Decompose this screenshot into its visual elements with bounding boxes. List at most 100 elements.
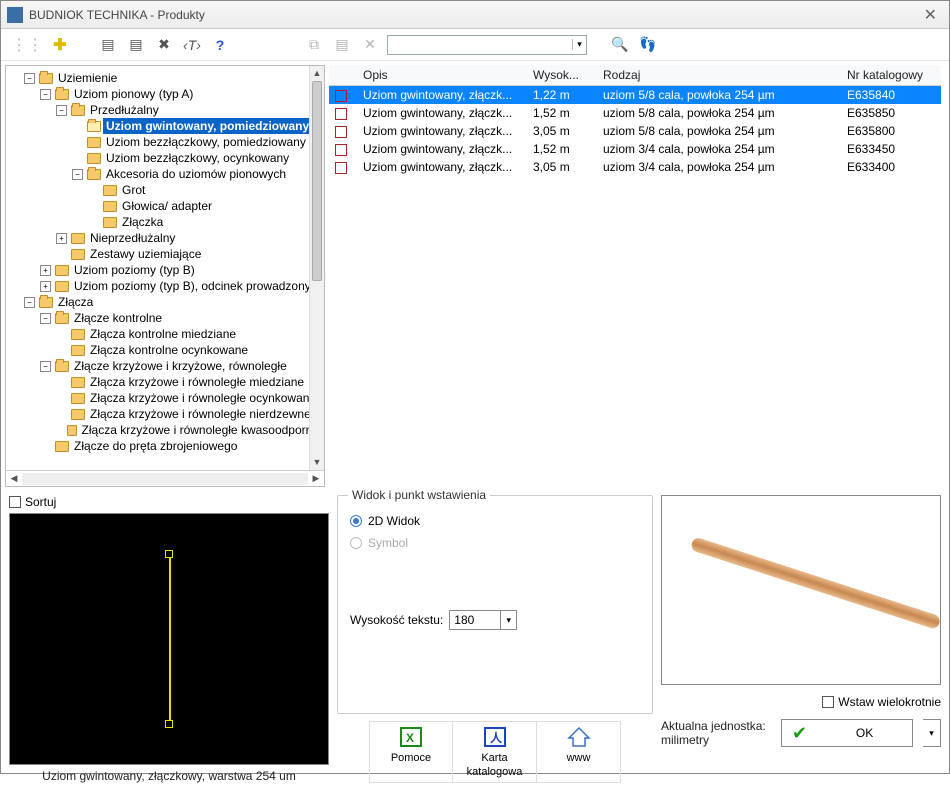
sort-row[interactable]: Sortuj bbox=[9, 495, 329, 509]
toolbar: ⋮⋮ ✚ ▤ ▤ ✖ ‹T› ? ⧉ ▤ ✕ ▾ 🔍 👣 bbox=[1, 29, 949, 61]
tree-node[interactable]: Uziom bezzłączkowy, pomiedziowany bbox=[70, 134, 324, 150]
copy-icon[interactable]: ⧉ bbox=[303, 34, 325, 56]
tree-node[interactable]: +Uziom poziomy (typ B), odcinek prowadzo… bbox=[38, 278, 324, 294]
table-row[interactable]: Uziom gwintowany, złączk...1,52 muziom 3… bbox=[329, 140, 941, 158]
tree-node[interactable]: Złącze do pręta zbrojeniowego bbox=[38, 438, 324, 454]
row-checkbox[interactable] bbox=[335, 108, 347, 120]
cell-rodzaj: uziom 5/8 cala, powłoka 254 µm bbox=[597, 122, 841, 140]
table-row[interactable]: Uziom gwintowany, złączk...1,22 muziom 5… bbox=[329, 86, 941, 105]
tree-node[interactable]: −Złącze krzyżowe i krzyżowe, równoległe bbox=[38, 358, 324, 374]
table-row[interactable]: Uziom gwintowany, złączk...3,05 muziom 3… bbox=[329, 158, 941, 176]
insert-multi-checkbox[interactable] bbox=[822, 696, 834, 708]
tree-node[interactable]: Głowica/ adapter bbox=[86, 198, 324, 214]
find-icon[interactable]: 🔍 bbox=[609, 34, 631, 56]
search-box[interactable]: ▾ bbox=[387, 35, 587, 55]
cell-nr: E635840 bbox=[841, 86, 941, 105]
tree-node[interactable]: Złącza krzyżowe i równoległe miedziane bbox=[54, 374, 324, 390]
sort-checkbox[interactable] bbox=[9, 496, 21, 508]
cell-opis: Uziom gwintowany, złączk... bbox=[357, 122, 527, 140]
col-opis[interactable]: Opis bbox=[357, 65, 527, 86]
delete-icon[interactable]: ✕ bbox=[359, 34, 381, 56]
text-icon[interactable]: ‹T› bbox=[181, 34, 203, 56]
tree-node-selected[interactable]: Uziom gwintowany, pomiedziowany bbox=[70, 118, 324, 134]
radio-2d-input[interactable] bbox=[350, 515, 362, 527]
cell-nr: E635800 bbox=[841, 122, 941, 140]
tree-node[interactable]: Grot bbox=[86, 182, 324, 198]
tree-node[interactable]: Złącza kontrolne miedziane bbox=[54, 326, 324, 342]
tree-node[interactable]: Zestawy uziemiające bbox=[54, 246, 324, 262]
help-icon[interactable]: ? bbox=[209, 34, 231, 56]
unit-label: Aktualna jednostka: bbox=[661, 719, 771, 733]
row-checkbox[interactable] bbox=[335, 144, 347, 156]
close-button[interactable]: ✕ bbox=[918, 5, 943, 25]
tree-node[interactable]: Złączka bbox=[86, 214, 324, 230]
tree-node[interactable]: −Akcesoria do uziomów pionowych bbox=[70, 166, 324, 182]
txtheight-input[interactable] bbox=[450, 611, 500, 629]
preview-2d[interactable] bbox=[9, 513, 329, 765]
tree-vscrollbar[interactable]: ▲ ▼ bbox=[309, 66, 324, 470]
tree-node[interactable]: +Uziom poziomy (typ B) bbox=[38, 262, 324, 278]
radio-2d[interactable]: 2D Widok bbox=[350, 514, 640, 528]
cell-nr: E635850 bbox=[841, 104, 941, 122]
tree-node[interactable]: Uziom bezzłączkowy, ocynkowany bbox=[70, 150, 324, 166]
tree-node[interactable]: +Nieprzedłużalny bbox=[54, 230, 324, 246]
row-checkbox[interactable] bbox=[335, 162, 347, 174]
tree-node[interactable]: −Przedłużalny bbox=[54, 102, 324, 118]
findall-icon[interactable]: 👣 bbox=[637, 34, 659, 56]
radio-symbol-input bbox=[350, 537, 362, 549]
col-wys[interactable]: Wysok... bbox=[527, 65, 597, 86]
image-preview bbox=[661, 495, 941, 685]
doc1-icon[interactable]: ▤ bbox=[97, 34, 119, 56]
search-dropdown[interactable]: ▾ bbox=[572, 39, 586, 50]
table-row[interactable]: Uziom gwintowany, złączk...1,52 muziom 5… bbox=[329, 104, 941, 122]
app-icon bbox=[7, 7, 23, 23]
cell-nr: E633450 bbox=[841, 140, 941, 158]
window-title: BUDNIOK TECHNIKA - Produkty bbox=[29, 8, 205, 22]
cell-rodzaj: uziom 5/8 cala, powłoka 254 µm bbox=[597, 86, 841, 105]
cell-opis: Uziom gwintowany, złączk... bbox=[357, 104, 527, 122]
cell-opis: Uziom gwintowany, złączk... bbox=[357, 140, 527, 158]
col-rodzaj[interactable]: Rodzaj bbox=[597, 65, 841, 86]
row-checkbox[interactable] bbox=[335, 90, 347, 102]
table-row[interactable]: Uziom gwintowany, złączk...3,05 muziom 5… bbox=[329, 122, 941, 140]
tree-node[interactable]: −Uziemienie bbox=[22, 70, 324, 86]
tree-node[interactable]: −Uziom pionowy (typ A) bbox=[38, 86, 324, 102]
tree-node[interactable]: Złącza krzyżowe i równoległe nierdzewne bbox=[54, 406, 324, 422]
tree-node[interactable]: Złącza krzyżowe i równoległe ocynkowane bbox=[54, 390, 324, 406]
unit-block: Aktualna jednostka: milimetry bbox=[661, 719, 771, 747]
preview-pane: Sortuj Uziom gwintowany, złączkowy, wars… bbox=[9, 495, 329, 783]
sort-label: Sortuj bbox=[25, 495, 56, 509]
check-icon: ✔ bbox=[782, 723, 817, 744]
tree-node[interactable]: −Złącze kontrolne bbox=[38, 310, 324, 326]
ok-label: OK bbox=[817, 726, 912, 740]
tools-icon[interactable]: ✖ bbox=[153, 34, 175, 56]
cell-nr: E633400 bbox=[841, 158, 941, 176]
tree[interactable]: −Uziemienie −Uziom pionowy (typ A) −Prze… bbox=[6, 66, 324, 470]
excel-icon: X bbox=[399, 726, 423, 748]
table-header-row[interactable]: Opis Wysok... Rodzaj Nr katalogowy bbox=[329, 65, 941, 86]
svg-text:X: X bbox=[406, 731, 414, 745]
row-checkbox[interactable] bbox=[335, 126, 347, 138]
txtheight-combo[interactable]: ▾ bbox=[449, 610, 517, 630]
txtheight-dropdown[interactable]: ▾ bbox=[500, 611, 516, 629]
insert-multi-row[interactable]: Wstaw wielokrotnie bbox=[661, 695, 941, 709]
col-nr[interactable]: Nr katalogowy bbox=[841, 65, 941, 86]
search-input[interactable] bbox=[388, 38, 572, 52]
unit-row: Aktualna jednostka: milimetry ✔ OK ▾ bbox=[661, 719, 941, 747]
tree-node[interactable]: −Złącza bbox=[22, 294, 324, 310]
txtheight-label: Wysokość tekstu: bbox=[350, 613, 443, 627]
ok-button[interactable]: ✔ OK bbox=[781, 719, 913, 747]
add-button[interactable]: ✚ bbox=[49, 34, 71, 56]
tree-node[interactable]: Złącza kontrolne ocynkowane bbox=[54, 342, 324, 358]
cell-wys: 1,22 m bbox=[527, 86, 597, 105]
cell-wys: 3,05 m bbox=[527, 122, 597, 140]
paste-icon[interactable]: ▤ bbox=[331, 34, 353, 56]
tree-node[interactable]: Złącza krzyżowe i równoległe kwasoodporn… bbox=[54, 422, 324, 438]
doc2-icon[interactable]: ▤ bbox=[125, 34, 147, 56]
rod-graphic bbox=[690, 536, 941, 630]
ok-dropdown[interactable]: ▾ bbox=[923, 719, 941, 747]
tree-pane: −Uziemienie −Uziom pionowy (typ A) −Prze… bbox=[5, 65, 325, 487]
tree-hscrollbar[interactable]: ◀▶ bbox=[6, 470, 324, 486]
product-table[interactable]: Opis Wysok... Rodzaj Nr katalogowy Uziom… bbox=[329, 65, 941, 176]
svg-text:人: 人 bbox=[490, 730, 503, 745]
